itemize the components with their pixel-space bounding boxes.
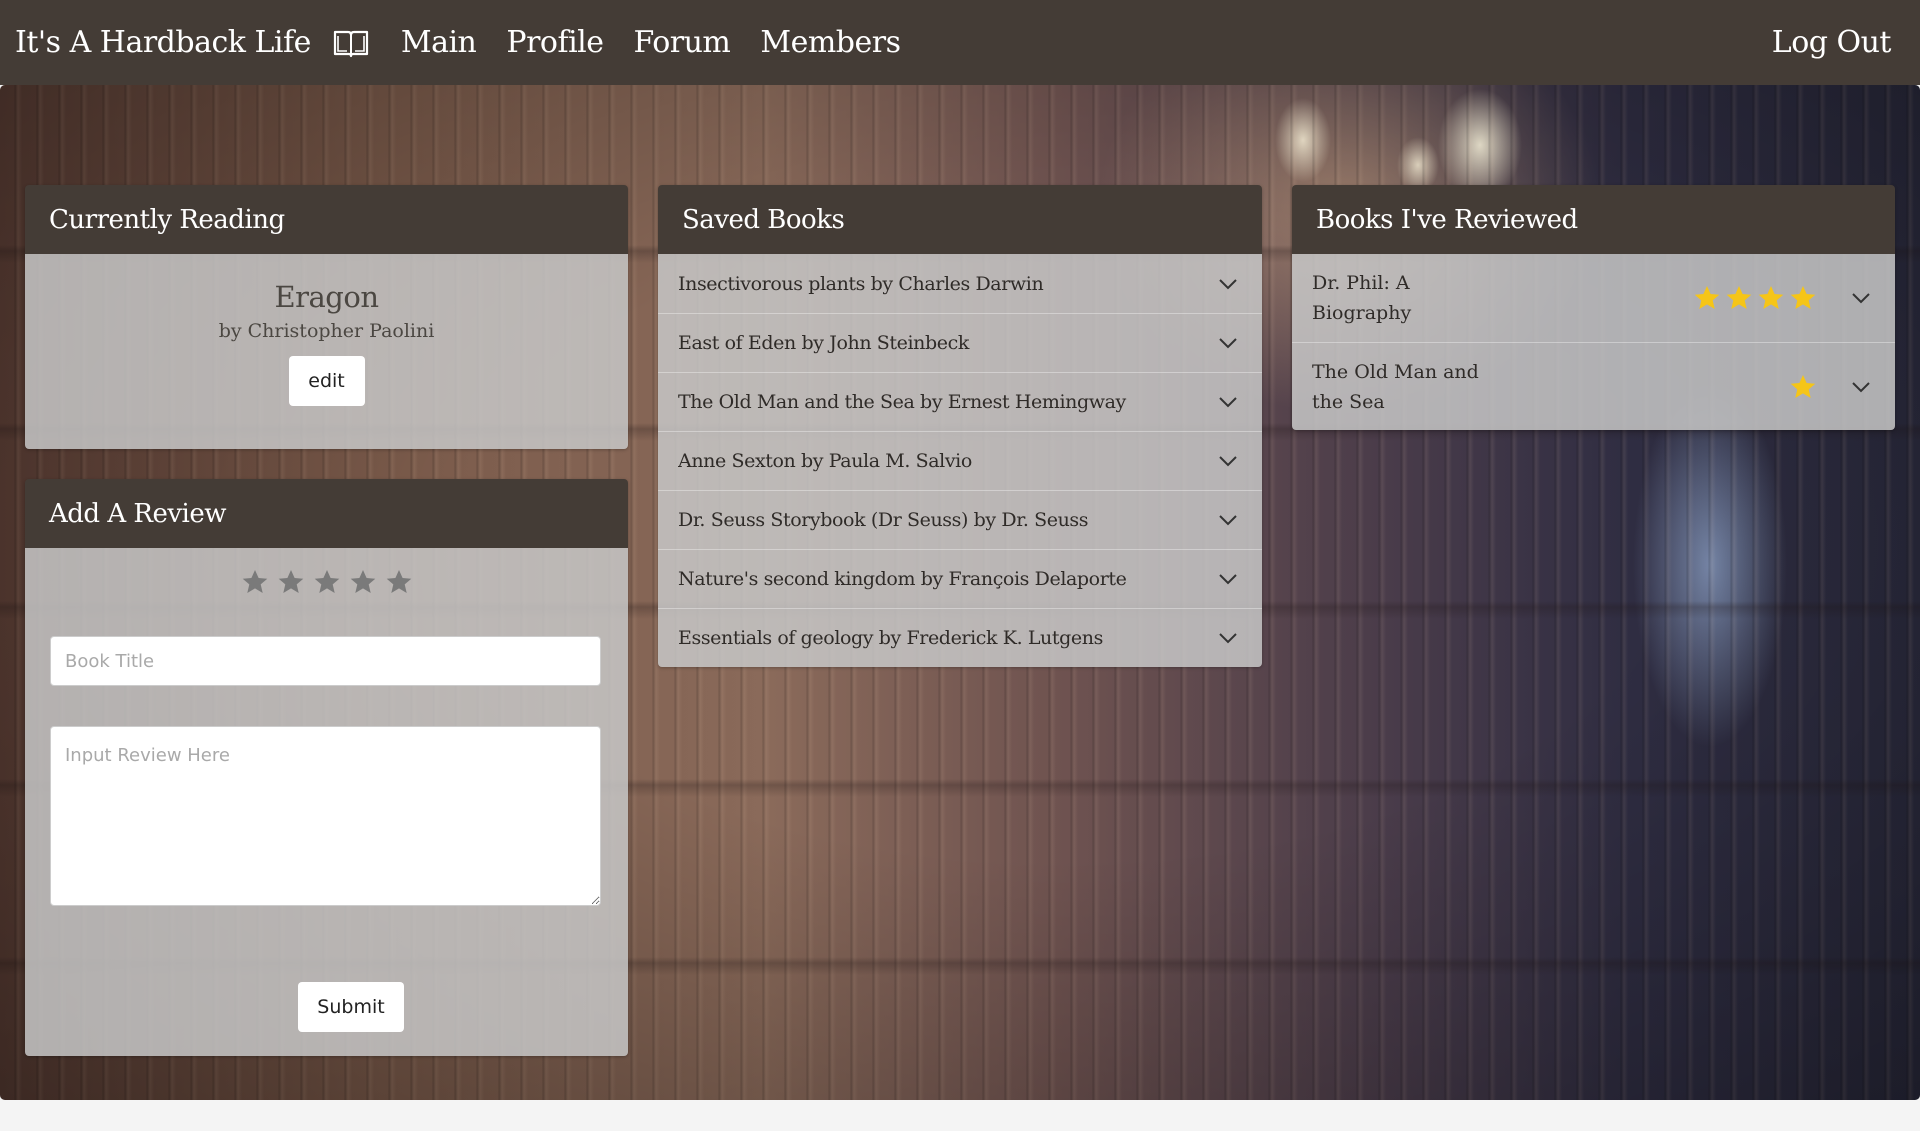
saved-book-item[interactable]: Insectivorous plants by Charles Darwin: [658, 254, 1262, 313]
reviewed-book-item[interactable]: Dr. Phil: A Biography: [1292, 254, 1895, 342]
open-book-icon: [333, 28, 369, 58]
review-text-input[interactable]: [50, 726, 601, 906]
saved-books-card: Saved Books Insectivorous plants by Char…: [658, 185, 1262, 667]
saved-book-label: East of Eden by John Steinbeck: [678, 332, 969, 354]
edit-button[interactable]: edit: [288, 356, 365, 406]
reviewed-book-title-line1: Dr. Phil: A: [1312, 272, 1410, 294]
saved-book-item[interactable]: Essentials of geology by Frederick K. Lu…: [658, 608, 1262, 667]
star-icon: [1693, 284, 1721, 312]
chevron-down-icon[interactable]: [1218, 450, 1238, 472]
saved-book-label: Dr. Seuss Storybook (Dr Seuss) by Dr. Se…: [678, 509, 1089, 531]
saved-books-list: Insectivorous plants by Charles Darwin Ea…: [658, 254, 1262, 667]
reviewed-books-header: Books I've Reviewed: [1292, 185, 1895, 254]
nav-link-members[interactable]: Members: [760, 25, 901, 60]
star-icon: [1725, 284, 1753, 312]
review-rating: [1492, 373, 1851, 401]
saved-book-label: Insectivorous plants by Charles Darwin: [678, 272, 1044, 295]
current-book-title: Eragon: [274, 280, 379, 314]
reviewed-books-list: Dr. Phil: A Biography The Old Man and the S…: [1292, 254, 1895, 430]
reviewed-book-title: The Old Man and the Sea: [1312, 357, 1492, 417]
rating-star-icon[interactable]: [241, 568, 269, 596]
saved-book-label: Anne Sexton by Paula M. Salvio: [678, 450, 972, 472]
star-icon: [1789, 373, 1817, 401]
reviewed-book-title-line2: the Sea: [1312, 390, 1385, 413]
chevron-down-icon[interactable]: [1851, 283, 1871, 313]
add-review-card: Add A Review Submit: [25, 479, 628, 1056]
chevron-down-icon[interactable]: [1218, 568, 1238, 590]
rating-star-icon[interactable]: [277, 568, 305, 596]
saved-book-item[interactable]: East of Eden by John Steinbeck: [658, 313, 1262, 372]
page-footer-strip: [0, 1100, 1920, 1131]
currently-reading-header: Currently Reading: [25, 185, 628, 254]
star-icon: [1789, 284, 1817, 312]
star-icon: [1757, 284, 1785, 312]
saved-book-item[interactable]: Dr. Seuss Storybook (Dr Seuss) by Dr. Se…: [658, 490, 1262, 549]
currently-reading-body: Eragon by Christopher Paolini edit: [25, 254, 628, 449]
chevron-down-icon[interactable]: [1218, 391, 1238, 413]
book-title-input[interactable]: [50, 636, 601, 686]
chevron-down-icon[interactable]: [1851, 372, 1871, 402]
saved-book-label: The Old Man and the Sea by Ernest Heming…: [678, 391, 1126, 413]
chevron-down-icon[interactable]: [1218, 332, 1238, 354]
top-navbar: It's A Hardback Life Main Profile Forum …: [0, 0, 1920, 85]
reviewed-book-item[interactable]: The Old Man and the Sea: [1292, 342, 1895, 430]
review-rating: [1492, 284, 1851, 312]
add-review-header: Add A Review: [25, 479, 628, 548]
submit-review-button[interactable]: Submit: [298, 982, 404, 1032]
saved-book-item[interactable]: The Old Man and the Sea by Ernest Heming…: [658, 372, 1262, 431]
chevron-down-icon[interactable]: [1218, 627, 1238, 649]
nav-link-main[interactable]: Main: [401, 25, 477, 60]
saved-book-label: Essentials of geology by Frederick K. Lu…: [678, 627, 1103, 649]
saved-book-label: Nature's second kingdom by François Dela…: [678, 568, 1127, 590]
rating-star-icon[interactable]: [313, 568, 341, 596]
saved-books-header: Saved Books: [658, 185, 1262, 254]
reviewed-books-card: Books I've Reviewed Dr. Phil: A Biography…: [1292, 185, 1895, 430]
reviewed-book-title-line1: The Old Man and: [1312, 360, 1479, 383]
logout-link[interactable]: Log Out: [1772, 0, 1892, 85]
add-review-body: Submit: [25, 548, 628, 1056]
rating-star-icon[interactable]: [349, 568, 377, 596]
reviewed-book-title-line2: Biography: [1312, 302, 1412, 324]
brand-name[interactable]: It's A Hardback Life: [15, 25, 311, 60]
nav-link-forum[interactable]: Forum: [634, 25, 731, 60]
nav-link-profile[interactable]: Profile: [506, 25, 604, 60]
rating-star-selector: [25, 568, 628, 600]
currently-reading-card: Currently Reading Eragon by Christopher …: [25, 185, 628, 449]
chevron-down-icon[interactable]: [1218, 509, 1238, 531]
current-book-author: by Christopher Paolini: [218, 320, 435, 342]
saved-book-item[interactable]: Nature's second kingdom by François Dela…: [658, 549, 1262, 608]
reviewed-book-title: Dr. Phil: A Biography: [1312, 268, 1492, 328]
rating-star-icon[interactable]: [385, 568, 413, 596]
saved-book-item[interactable]: Anne Sexton by Paula M. Salvio: [658, 431, 1262, 490]
chevron-down-icon[interactable]: [1218, 273, 1238, 295]
